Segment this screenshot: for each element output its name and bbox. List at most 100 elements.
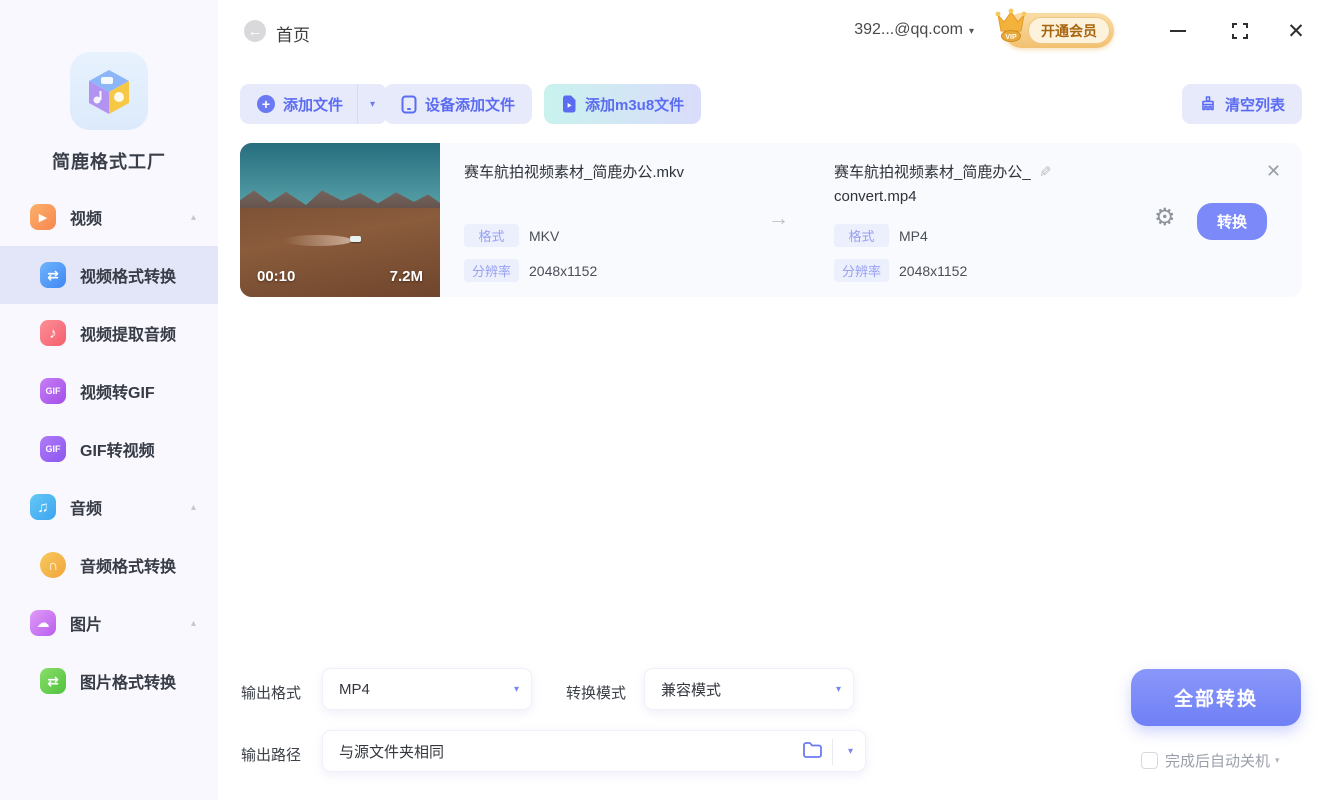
chevron-down-icon: ▾: [968, 26, 974, 37]
close-window-button[interactable]: ✕: [1282, 18, 1310, 44]
app-name: 简鹿格式工厂: [52, 152, 166, 172]
back-button[interactable]: ←: [244, 20, 266, 42]
minimize-icon: [1170, 30, 1186, 32]
output-format-row: 格式 MP4: [834, 224, 928, 247]
video-convert-icon: ⇄: [40, 262, 66, 288]
sidebar-item-label: 视频转GIF: [80, 385, 155, 402]
toolbar: + 添加文件 ▾ 设备添加文件 添加m3u8文件 清空列表: [240, 84, 1302, 124]
convert-mode-label: 转换模式: [566, 685, 627, 702]
sidebar-item-label: 图片格式转换: [80, 675, 177, 692]
app-window: 简鹿格式工厂 ▶ 视频 ▴ ⇄ 视频格式转换 ♪ 视频提取音频 GIF 视频转G…: [0, 0, 1326, 800]
image-icon: ☁: [30, 610, 56, 636]
sidebar: 简鹿格式工厂 ▶ 视频 ▴ ⇄ 视频格式转换 ♪ 视频提取音频 GIF 视频转G…: [0, 0, 218, 800]
sidebar-item-label: 音频: [70, 501, 103, 518]
video-icon: ▶: [30, 204, 56, 230]
cube-logo-icon: [89, 70, 129, 114]
output-filename-line2: convert.mp4: [834, 188, 917, 205]
sidebar-item-label: 视频格式转换: [80, 269, 177, 286]
sidebar-item-video-group[interactable]: ▶ 视频 ▴: [0, 188, 218, 246]
chevron-up-icon[interactable]: ▴: [191, 618, 196, 629]
source-filename: 赛车航拍视频素材_简鹿办公.mkv: [464, 164, 685, 181]
convert-all-button[interactable]: 全部转换: [1131, 669, 1301, 726]
shutdown-label: 完成后自动关机: [1165, 753, 1271, 770]
sidebar-item-gif-to-video[interactable]: GIF GIF转视频: [0, 420, 218, 478]
source-format-value: MKV: [529, 227, 560, 244]
add-file-label: 添加文件: [283, 96, 344, 114]
gear-icon[interactable]: ⚙: [1154, 206, 1176, 230]
chevron-down-icon[interactable]: ▾: [1275, 755, 1280, 766]
source-resolution-row: 分辨率 2048x1152: [464, 259, 597, 282]
svg-text:VIP: VIP: [1005, 34, 1017, 41]
gif-to-video-icon: GIF: [40, 436, 66, 462]
add-file-dropdown[interactable]: ▾: [357, 84, 387, 124]
resolution-badge: 分辨率: [834, 259, 889, 282]
minimize-button[interactable]: [1164, 18, 1192, 44]
folder-icon[interactable]: [802, 741, 823, 760]
add-m3u8-label: 添加m3u8文件: [585, 96, 685, 114]
output-path-value: 与源文件夹相同: [339, 743, 445, 761]
phone-icon: [401, 95, 417, 113]
chevron-up-icon[interactable]: ▴: [191, 212, 196, 223]
device-add-file-button[interactable]: 设备添加文件: [384, 84, 533, 124]
edit-filename-icon[interactable]: ✎: [1039, 161, 1052, 185]
source-format-row: 格式 MKV: [464, 224, 559, 247]
field-divider: [832, 739, 833, 765]
audio-convert-icon: ∩: [40, 552, 66, 578]
clear-list-button[interactable]: 清空列表: [1181, 84, 1302, 124]
crown-icon: VIP: [995, 8, 1027, 42]
sidebar-item-label: 视频: [70, 211, 103, 228]
output-format-value: MP4: [899, 227, 928, 244]
thumbnail-car: [350, 236, 361, 243]
convert-mode-select[interactable]: 兼容模式 ▾: [644, 668, 854, 710]
video-filesize: 7.2M: [389, 268, 423, 285]
output-resolution-value: 2048x1152: [899, 262, 968, 279]
convert-button[interactable]: 转换: [1197, 203, 1267, 240]
chevron-down-icon: ▾: [513, 683, 519, 695]
output-path-field[interactable]: 与源文件夹相同 ▾: [322, 730, 866, 772]
thumbnail-sky: [240, 143, 440, 208]
account-menu[interactable]: 392...@qq.com ▾: [854, 21, 974, 39]
page-title: 首页: [276, 26, 310, 45]
format-badge: 格式: [464, 224, 519, 247]
output-filename-line1: 赛车航拍视频素材_简鹿办公_: [834, 164, 1031, 181]
chevron-down-icon: ▾: [835, 683, 841, 695]
app-logo: 简鹿格式工厂: [0, 52, 218, 174]
shutdown-checkbox[interactable]: [1141, 752, 1158, 769]
sidebar-item-audio-convert[interactable]: ∩ 音频格式转换: [0, 536, 218, 594]
video-thumbnail: 00:10 7.2M: [240, 143, 440, 297]
add-file-button[interactable]: + 添加文件 ▾: [240, 84, 388, 124]
chevron-up-icon[interactable]: ▴: [191, 502, 196, 513]
sidebar-item-image-group[interactable]: ☁ 图片 ▴: [0, 594, 218, 652]
m3u8-file-icon: [563, 95, 576, 113]
sidebar-item-video-convert[interactable]: ⇄ 视频格式转换: [0, 246, 218, 304]
sidebar-item-video-to-gif[interactable]: GIF 视频转GIF: [0, 362, 218, 420]
output-resolution-row: 分辨率 2048x1152: [834, 259, 967, 282]
source-resolution-value: 2048x1152: [529, 262, 598, 279]
sidebar-menu: ▶ 视频 ▴ ⇄ 视频格式转换 ♪ 视频提取音频 GIF 视频转GIF GIF …: [0, 188, 218, 710]
chevron-down-icon[interactable]: ▾: [848, 746, 853, 757]
shutdown-after-finish-option[interactable]: 完成后自动关机 ▾: [1141, 750, 1280, 771]
output-path-label: 输出路径: [241, 747, 302, 764]
device-add-label: 设备添加文件: [425, 96, 516, 114]
output-format-select[interactable]: MP4 ▾: [322, 668, 532, 710]
sidebar-item-image-convert[interactable]: ⇄ 图片格式转换: [0, 652, 218, 710]
clear-broom-icon: [1202, 96, 1214, 111]
sidebar-item-audio-group[interactable]: ♫ 音频 ▴: [0, 478, 218, 536]
header: ← 首页 392...@qq.com ▾ VIP 开通会员 ✕: [218, 0, 1326, 62]
add-m3u8-button[interactable]: 添加m3u8文件: [544, 84, 702, 124]
arrow-right-icon: →: [768, 207, 789, 230]
sidebar-item-extract-audio[interactable]: ♪ 视频提取音频: [0, 304, 218, 362]
vip-upgrade-button[interactable]: VIP 开通会员: [995, 8, 1114, 48]
maximize-button[interactable]: [1226, 18, 1254, 44]
sidebar-item-label: 图片: [70, 617, 103, 634]
video-to-gif-icon: GIF: [40, 378, 66, 404]
image-convert-icon: ⇄: [40, 668, 66, 694]
back-icon: ←: [247, 22, 263, 40]
video-duration: 00:10: [257, 268, 296, 285]
chevron-down-icon: ▾: [370, 98, 376, 110]
remove-file-icon[interactable]: ✕: [1266, 161, 1281, 182]
convert-mode-selected: 兼容模式: [661, 681, 722, 699]
resolution-badge: 分辨率: [464, 259, 519, 282]
app-logo-icon: [70, 52, 148, 130]
clear-list-label: 清空列表: [1224, 96, 1285, 114]
